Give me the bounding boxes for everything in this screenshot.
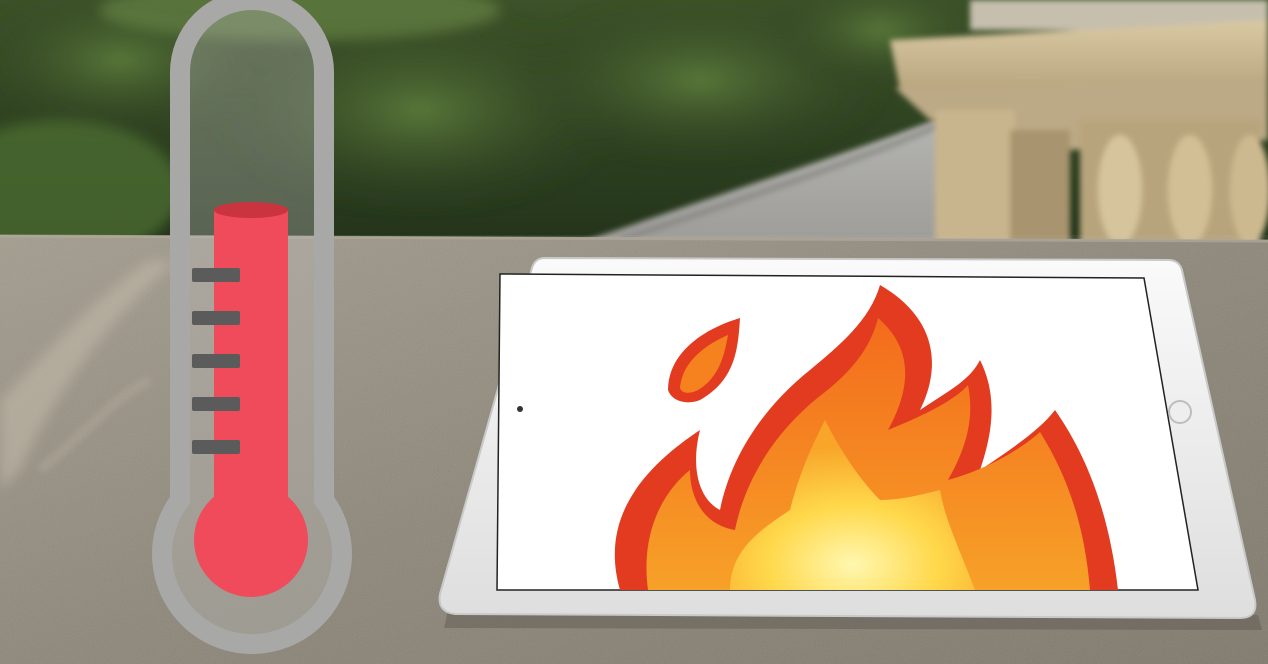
photo-scene bbox=[0, 0, 1268, 664]
tablet-camera bbox=[517, 406, 523, 412]
home-button[interactable] bbox=[1168, 400, 1192, 424]
tablet-device bbox=[438, 256, 1262, 630]
